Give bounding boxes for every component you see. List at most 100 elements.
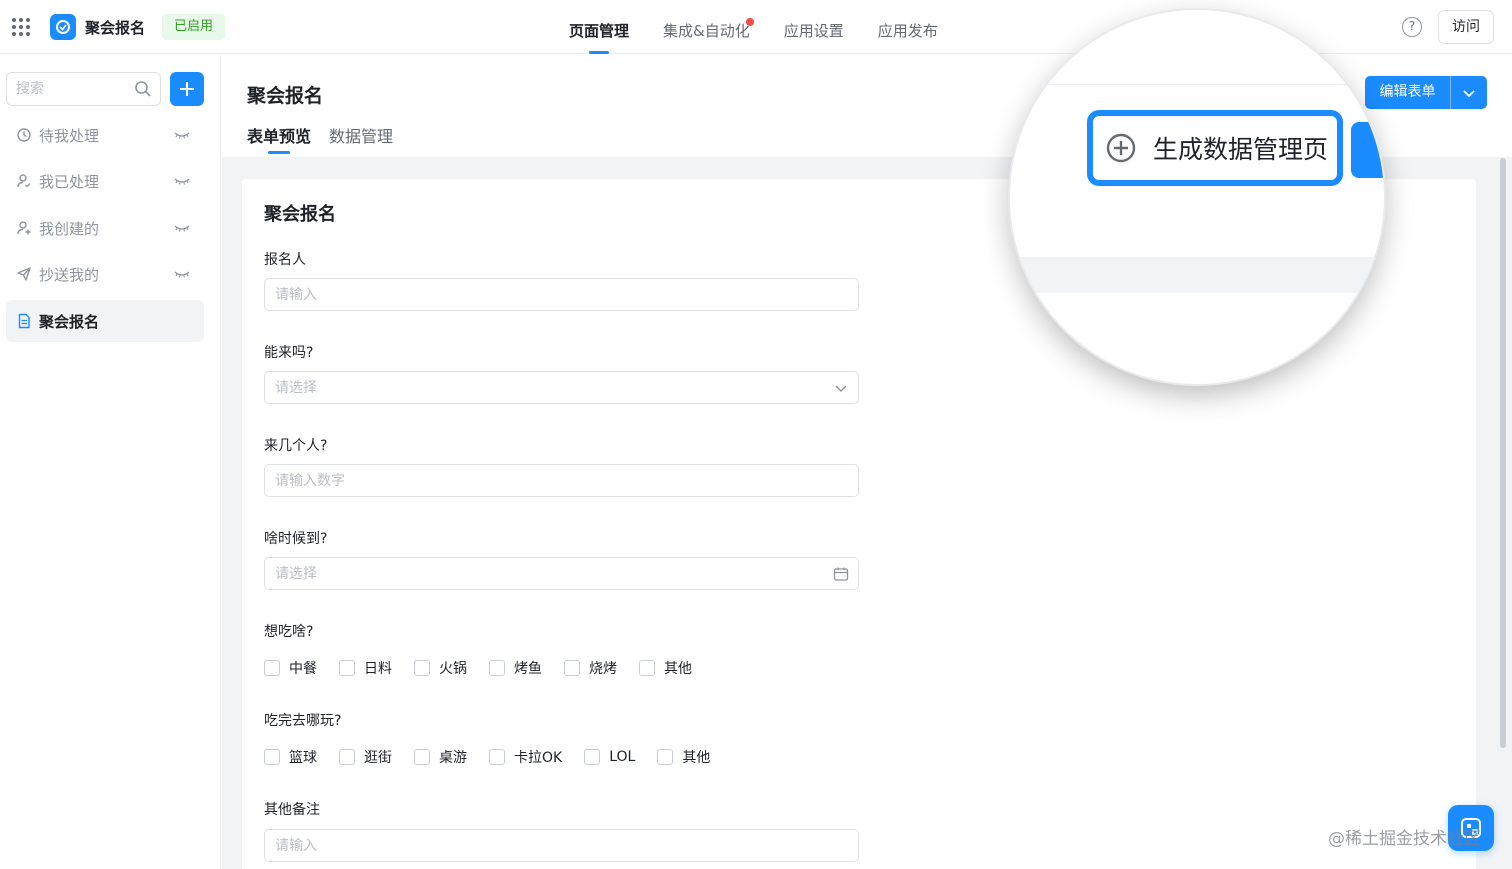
applicant-field[interactable] — [264, 278, 859, 311]
eye-closed-icon[interactable] — [174, 130, 190, 140]
scrollbar[interactable] — [1500, 158, 1506, 748]
headcount-input[interactable] — [265, 465, 805, 496]
visit-button[interactable]: 访问 — [1438, 10, 1494, 44]
notification-dot — [745, 18, 754, 26]
checkbox[interactable] — [564, 660, 580, 676]
nav-app-settings[interactable]: 应用设置 — [784, 0, 844, 54]
sidebar-item-created[interactable]: 我创建的 — [6, 207, 204, 249]
arrival-time-picker[interactable] — [264, 557, 859, 590]
checkbox-option[interactable]: 中餐 — [264, 658, 317, 678]
clock-icon — [17, 128, 31, 142]
checkbox-option[interactable]: 篮球 — [264, 747, 317, 767]
sidebar-item-label: 待我处理 — [39, 126, 100, 145]
applicant-input[interactable] — [265, 279, 805, 310]
chevron-down-icon — [835, 385, 847, 392]
sidebar-item-label: 聚会报名 — [39, 312, 100, 331]
checkbox-option[interactable]: 烤鱼 — [489, 658, 542, 678]
calendar-icon — [833, 567, 849, 581]
play-checkbox-group: 篮球 逛街 桌游 卡拉OK LOL 其他 — [264, 747, 732, 767]
checkbox-option[interactable]: 卡拉OK — [489, 747, 562, 767]
checkbox-option[interactable]: 日料 — [339, 658, 392, 678]
search-input[interactable] — [7, 73, 127, 105]
app-logo-icon — [50, 14, 76, 40]
edit-form-button[interactable]: 编辑表单 — [1365, 76, 1487, 109]
checkbox[interactable] — [339, 660, 355, 676]
checkbox-label: 篮球 — [289, 750, 317, 766]
magnified-edit-button[interactable] — [1351, 122, 1384, 178]
food-checkbox-group: 中餐 日料 火锅 烤鱼 烧烤 其他 — [264, 658, 714, 678]
checkbox[interactable] — [657, 749, 674, 765]
checkbox-label: 桌游 — [439, 750, 467, 766]
checkbox-option[interactable]: 其他 — [657, 747, 710, 767]
tab-form-preview[interactable]: 表单预览 — [247, 123, 311, 157]
apps-grid-icon[interactable] — [12, 18, 30, 36]
nav-integration-automation[interactable]: 集成&自动化 — [663, 0, 754, 54]
checkbox-option[interactable]: 其他 — [639, 658, 692, 678]
checkbox[interactable] — [264, 749, 280, 765]
question-circle-icon[interactable]: ? — [1402, 17, 1422, 37]
sidebar-item-label: 我创建的 — [39, 219, 100, 238]
watermark: @稀土掘金技术社区 — [1328, 829, 1481, 849]
checkbox[interactable] — [414, 749, 430, 765]
checkbox-label: 中餐 — [289, 661, 317, 677]
checkbox-label: 其他 — [664, 661, 692, 677]
search-icon — [135, 81, 151, 97]
checkbox-option[interactable]: 桌游 — [414, 747, 467, 767]
field-label-notes: 其他备注 — [264, 802, 320, 818]
checkbox[interactable] — [489, 660, 505, 676]
sidebar-item-label: 抄送我的 — [39, 265, 100, 284]
checkbox[interactable] — [264, 660, 280, 676]
headcount-field[interactable] — [264, 464, 859, 497]
checkbox-label: 日料 — [364, 661, 392, 677]
edit-form-dropdown[interactable] — [1451, 76, 1487, 109]
sidebar-item-party-signup[interactable]: 聚会报名 — [6, 300, 204, 342]
eye-closed-icon[interactable] — [174, 223, 190, 233]
sidebar-item-done[interactable]: 我已处理 — [6, 160, 204, 202]
field-label-applicant: 报名人 — [264, 252, 306, 268]
user-plus-icon — [17, 221, 31, 235]
checkbox[interactable] — [584, 749, 601, 765]
send-icon — [17, 267, 31, 281]
can-come-input[interactable] — [265, 372, 805, 403]
generate-data-page-button[interactable]: 生成数据管理页 — [1087, 110, 1343, 186]
arrival-time-input[interactable] — [265, 558, 805, 589]
user-check-icon — [17, 174, 31, 188]
checkbox-label: 火锅 — [439, 661, 467, 677]
app-title: 聚会报名 — [85, 19, 146, 37]
checkbox-label: 烧烤 — [589, 661, 617, 677]
sidebar: 待我处理 我已处理 我创建的 抄送我的 聚会报名 — [0, 55, 221, 869]
checkbox-option[interactable]: LOL — [584, 747, 635, 767]
checkbox-label: 烤鱼 — [514, 661, 542, 677]
checkbox-option[interactable]: 烧烤 — [564, 658, 617, 678]
field-label-arrival-time: 啥时候到? — [264, 531, 328, 547]
checkbox[interactable] — [639, 660, 655, 676]
checkbox[interactable] — [414, 660, 430, 676]
add-button[interactable] — [170, 72, 204, 106]
notes-field[interactable] — [264, 829, 859, 862]
can-come-select[interactable] — [264, 371, 859, 404]
checkbox[interactable] — [339, 749, 355, 765]
eye-closed-icon[interactable] — [174, 176, 190, 186]
field-label-play: 吃完去哪玩? — [264, 713, 342, 729]
document-icon — [18, 313, 30, 329]
search-box[interactable] — [6, 72, 161, 106]
status-badge: 已启用 — [162, 14, 226, 40]
field-label-food: 想吃啥? — [264, 624, 314, 640]
sidebar-item-cc[interactable]: 抄送我的 — [6, 253, 204, 295]
field-label-headcount: 来几个人? — [264, 438, 328, 454]
magnifier-divider — [1010, 84, 1384, 85]
nav-app-publish[interactable]: 应用发布 — [878, 0, 938, 54]
sidebar-item-todo[interactable]: 待我处理 — [6, 114, 204, 156]
notes-input[interactable] — [265, 830, 805, 861]
checkbox-option[interactable]: 火锅 — [414, 658, 467, 678]
magnifier-band — [1010, 257, 1384, 293]
checkbox-label: 卡拉OK — [514, 750, 563, 766]
top-nav: 页面管理 集成&自动化 应用设置 应用发布 — [569, 0, 938, 54]
nav-page-management[interactable]: 页面管理 — [569, 0, 629, 54]
eye-closed-icon[interactable] — [174, 269, 190, 279]
checkbox[interactable] — [489, 749, 505, 765]
checkbox-option[interactable]: 逛街 — [339, 747, 392, 767]
checkbox-label: 其他 — [682, 750, 711, 766]
tab-data-management[interactable]: 数据管理 — [329, 123, 393, 157]
sidebar-item-label: 我已处理 — [39, 172, 100, 191]
